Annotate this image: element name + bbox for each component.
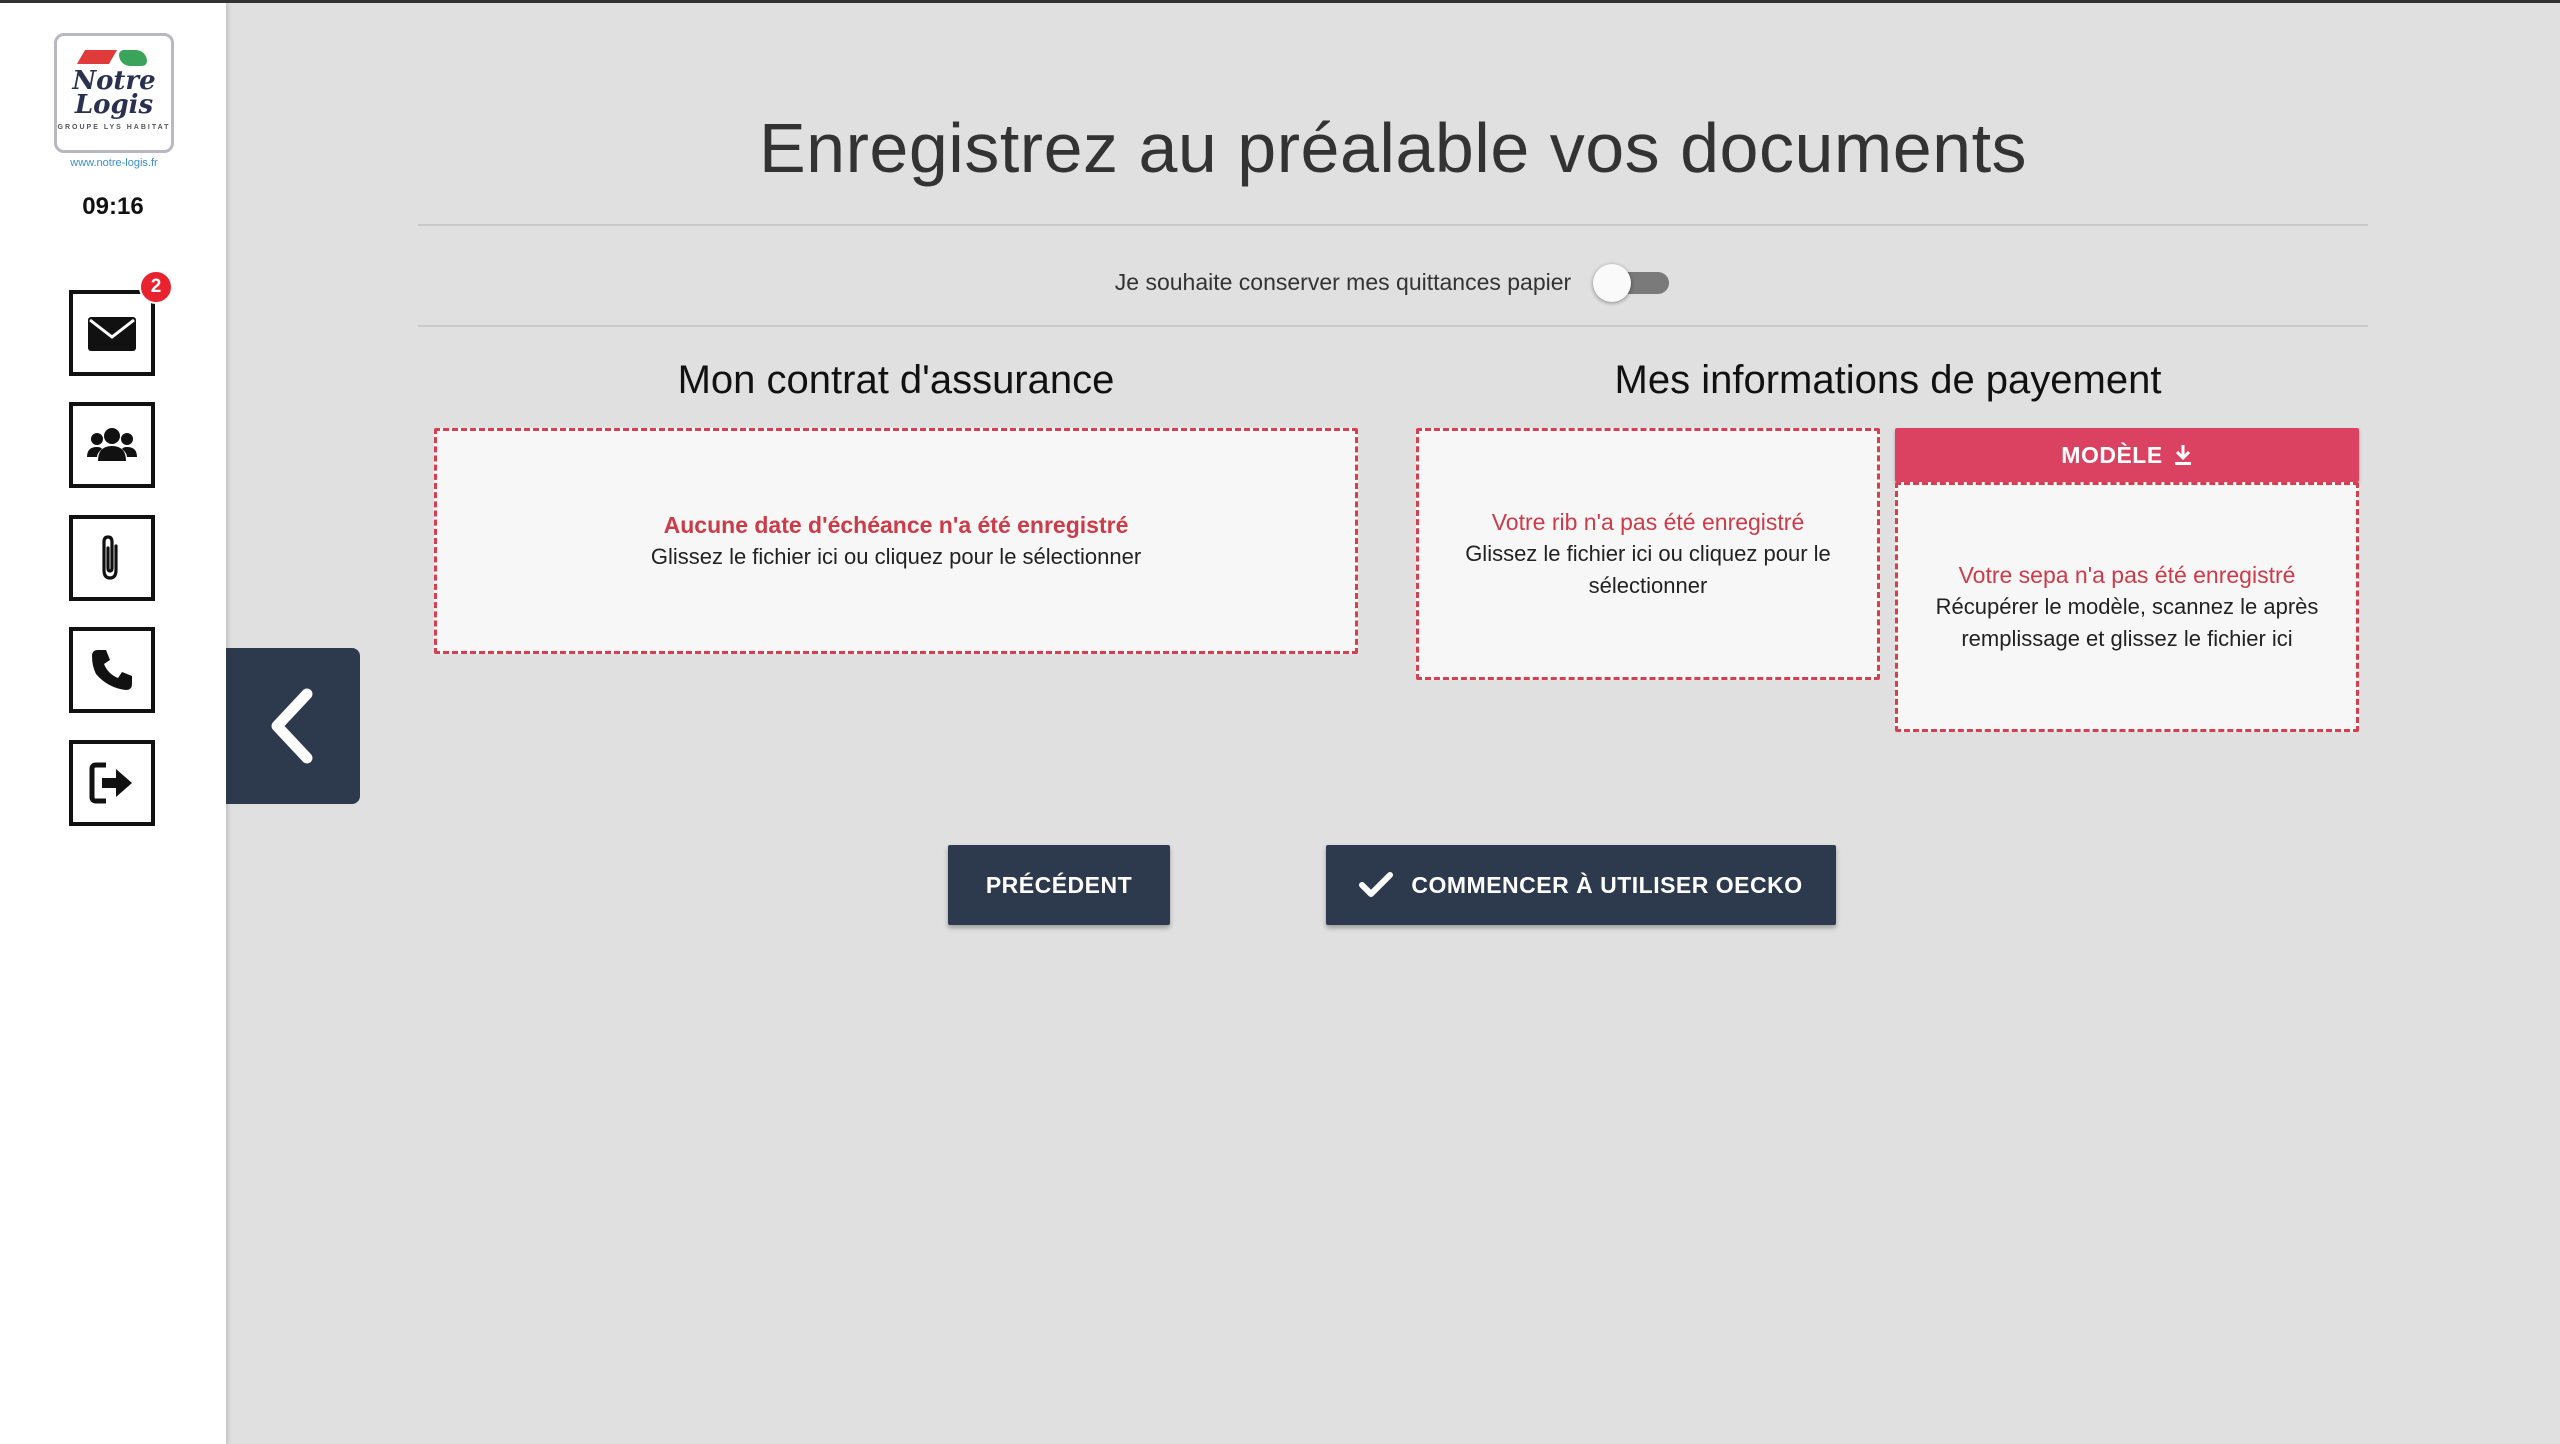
sign-out-icon: [89, 762, 132, 804]
insurance-hint-text: Glissez le fichier ici ou cliquez pour l…: [650, 544, 1142, 569]
paper-receipts-row: Je souhaite conserver mes quittances pap…: [418, 262, 2368, 302]
notre-logis-logo[interactable]: Notre Logis GROUPE LYS HABITAT: [54, 33, 174, 153]
rib-dropzone[interactable]: Votre rib n'a pas été enregistré Glissez…: [1416, 428, 1880, 680]
divider-middle: [418, 325, 2368, 327]
paper-receipts-toggle[interactable]: [1593, 262, 1671, 302]
paperclip-icon: [102, 535, 118, 580]
sepa-hint-text: Récupérer le modèle, scannez le après re…: [1935, 594, 2319, 651]
envelope-icon: [88, 317, 136, 351]
sepa-dropzone[interactable]: Votre sepa n'a pas été enregistré Récupé…: [1895, 482, 2359, 732]
page-title: Enregistrez au préalable vos documents: [758, 109, 2028, 187]
logo-line2: Logis: [74, 90, 154, 120]
paper-receipts-label: Je souhaite conserver mes quittances pap…: [1114, 268, 1572, 295]
payment-section-title: Mes informations de payement: [1614, 358, 2162, 402]
start-using-button[interactable]: COMMENCER À UTILISER OECKO: [1326, 845, 1836, 925]
start-button-label: COMMENCER À UTILISER OECKO: [1411, 871, 1803, 898]
top-border: [0, 0, 2560, 3]
rib-hint-text: Glissez le fichier ici ou cliquez pour l…: [1465, 541, 1831, 598]
logo-line3: GROUPE LYS HABITAT: [57, 124, 171, 131]
users-icon: [87, 428, 137, 461]
logo-roof-green: [119, 50, 147, 66]
toggle-knob: [1593, 264, 1632, 302]
sidebar-item-logout[interactable]: [69, 740, 155, 826]
sidebar-item-messages[interactable]: 2: [69, 270, 173, 376]
download-icon: [2174, 445, 2191, 465]
insurance-dropzone[interactable]: Aucune date d'échéance n'a été enregistr…: [434, 428, 1358, 654]
sidebar-item-documents[interactable]: [69, 515, 155, 601]
phone-icon: [92, 650, 132, 690]
collapse-sidebar-button[interactable]: [226, 648, 360, 804]
sidebar-item-contacts[interactable]: [69, 402, 155, 488]
logo-url: www.notre-logis.fr: [70, 157, 158, 169]
sidebar-item-phone[interactable]: [69, 627, 155, 713]
divider-top: [418, 224, 2368, 226]
insurance-error-text: Aucune date d'échéance n'a été enregistr…: [663, 512, 1129, 538]
insurance-section-title: Mon contrat d'assurance: [677, 358, 1115, 402]
download-model-button[interactable]: MODÈLE: [1895, 428, 2359, 482]
previous-button[interactable]: PRÉCÉDENT: [948, 845, 1170, 925]
model-button-label: MODÈLE: [2061, 441, 2163, 468]
chevron-left-icon: [271, 688, 313, 764]
clock: 09:16: [82, 193, 144, 220]
sepa-error-text: Votre sepa n'a pas été enregistré: [1958, 562, 2296, 588]
rib-error-text: Votre rib n'a pas été enregistré: [1491, 509, 1805, 535]
sidebar: Notre Logis GROUPE LYS HABITAT www.notre…: [0, 3, 226, 1444]
notification-badge: 2: [139, 270, 173, 304]
check-icon: [1359, 872, 1394, 897]
logo-roof-red: [76, 50, 118, 64]
previous-button-label: PRÉCÉDENT: [985, 871, 1133, 898]
